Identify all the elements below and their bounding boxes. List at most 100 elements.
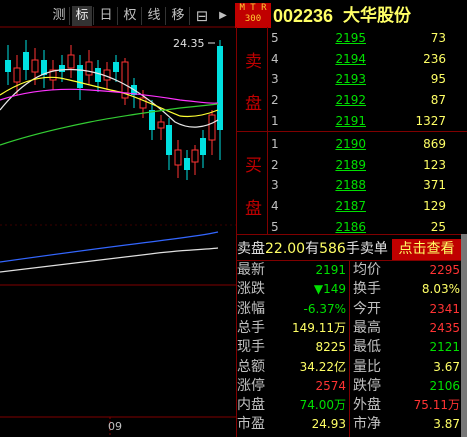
stat-label: 现手 xyxy=(237,339,265,356)
buy-price[interactable]: 2189 xyxy=(316,155,366,175)
ma-line-green xyxy=(0,103,219,146)
scrollbar[interactable] xyxy=(461,234,467,437)
sell-level: 5 xyxy=(271,31,279,45)
candle-body xyxy=(166,125,172,155)
indicator-line-blue xyxy=(0,231,219,263)
candle-series xyxy=(5,40,223,180)
buy-row-4[interactable]: 4 2187 129 xyxy=(236,196,461,216)
candle-body xyxy=(157,121,165,129)
stat-value: 74.00万 xyxy=(299,398,346,413)
candle-body xyxy=(85,61,93,76)
stat-label: 市净 xyxy=(353,416,381,433)
time-axis-marker: 09 xyxy=(108,420,122,433)
buy-row-2[interactable]: 2 2189 123 xyxy=(236,155,461,175)
sell-level: 3 xyxy=(271,72,279,87)
sell-volume: 95 xyxy=(430,72,446,87)
stat-label: 最新 xyxy=(237,262,265,278)
sell-row-5[interactable]: 5 2195 73 xyxy=(236,28,461,48)
stat-label: 最高 xyxy=(353,319,381,336)
stock-name: 大华股份 xyxy=(343,6,411,26)
candle-body xyxy=(31,59,39,73)
summary-text-c: 手卖单 xyxy=(345,241,388,257)
kline-chart[interactable]: 24.35 09 xyxy=(0,0,236,437)
candle-body xyxy=(174,149,182,166)
summary-text-a: 卖盘 xyxy=(237,241,265,257)
toolbar-btn-day[interactable]: 日 xyxy=(96,6,116,26)
candle-body xyxy=(208,114,216,141)
sell-price[interactable]: 2194 xyxy=(316,49,366,69)
candle-body xyxy=(113,62,119,72)
toolbar-btn-line[interactable]: 线 xyxy=(144,6,164,26)
stat-label: 量比 xyxy=(353,358,381,375)
sell-row-2[interactable]: 2 2192 87 xyxy=(236,90,461,110)
sell-price[interactable]: 2195 xyxy=(316,28,366,48)
sell-volume: 73 xyxy=(430,31,446,45)
toolbar-btn-measure[interactable]: 测 xyxy=(49,6,69,26)
play-arrow-icon[interactable]: ▶ xyxy=(214,6,232,26)
sell-row-1[interactable]: 1 2191 1327 xyxy=(236,111,461,131)
stat-value: 75.11万 xyxy=(413,398,460,413)
mtr-logo: M T R 300 xyxy=(235,3,271,28)
toolbar-btn-indicator[interactable]: 标 xyxy=(72,6,92,26)
buy-price[interactable]: 2187 xyxy=(316,196,366,216)
stock-code: 002236 xyxy=(273,6,334,26)
candle-body xyxy=(59,65,65,72)
sell-level: 2 xyxy=(271,93,279,108)
logo-line-1: M T R xyxy=(239,3,267,13)
candle-body xyxy=(13,67,21,83)
candle-body xyxy=(67,54,75,69)
candle-body xyxy=(77,65,83,88)
buy-price[interactable]: 2190 xyxy=(316,134,366,154)
stat-label: 外盘 xyxy=(353,397,381,414)
buy-level: 1 xyxy=(271,137,279,151)
stat-value: 2191 xyxy=(315,263,346,277)
sell-summary: 卖盘22.00有586手卖单 xyxy=(237,239,388,260)
indicator-line-white xyxy=(0,247,219,273)
stat-value: 8225 xyxy=(315,340,346,355)
buy-price[interactable]: 2188 xyxy=(316,175,366,195)
buy-row-5[interactable]: 5 2186 25 xyxy=(236,217,461,237)
buy-row-3[interactable]: 3 2188 371 xyxy=(236,175,461,195)
view-orders-button[interactable]: 点击查看 xyxy=(392,239,461,260)
stat-label: 最低 xyxy=(353,339,381,356)
sell-price[interactable]: 2191 xyxy=(316,111,366,131)
buy-volume: 129 xyxy=(423,199,446,214)
sell-volume: 1327 xyxy=(415,113,446,128)
ma-line-magenta xyxy=(0,88,219,104)
candle-body xyxy=(95,68,101,82)
stat-value: 2295 xyxy=(429,263,460,277)
sell-row-4[interactable]: 4 2194 236 xyxy=(236,49,461,69)
candle-body xyxy=(217,46,223,130)
candle-body xyxy=(200,138,206,155)
stat-label: 涨幅 xyxy=(237,300,265,317)
buy-row-1[interactable]: 1 2190 869 xyxy=(236,134,461,154)
buy-level: 4 xyxy=(271,199,279,214)
candle-body xyxy=(5,60,11,72)
stat-value: 2106 xyxy=(429,378,460,393)
stat-value: 2121 xyxy=(429,340,460,355)
buy-level: 3 xyxy=(271,178,279,193)
sell-price[interactable]: 2192 xyxy=(316,90,366,110)
toolbar-btn-move[interactable]: 移 xyxy=(168,6,188,26)
stat-value: 8.03% xyxy=(421,282,460,297)
buy-volume: 123 xyxy=(423,157,446,172)
sell-volume: 236 xyxy=(423,51,446,66)
ma-line-yellow xyxy=(0,76,219,118)
sell-level: 4 xyxy=(271,51,279,66)
stat-value: 2435 xyxy=(429,320,460,335)
stat-label: 今开 xyxy=(353,300,381,317)
stat-label: 换手 xyxy=(353,281,381,298)
peak-price-label: 24.35 xyxy=(173,37,205,50)
buy-price[interactable]: 2186 xyxy=(316,217,366,237)
candle-body xyxy=(184,158,190,170)
toolbar-btn-rights[interactable]: 权 xyxy=(120,6,140,26)
buy-level: 5 xyxy=(271,219,279,234)
sell-volume: 87 xyxy=(430,93,446,108)
sell-price[interactable]: 2193 xyxy=(316,69,366,89)
stat-value: 2574 xyxy=(315,378,346,393)
candle-body xyxy=(191,149,199,163)
stat-value: -6.37% xyxy=(303,301,346,316)
sell-row-3[interactable]: 3 2193 95 xyxy=(236,69,461,89)
stat-value: 34.22亿 xyxy=(299,359,346,374)
collapse-icon[interactable]: ⊟ xyxy=(193,6,211,26)
